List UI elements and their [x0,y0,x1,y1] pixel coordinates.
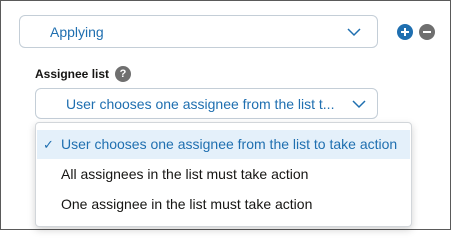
chevron-down-icon [352,100,366,109]
dropdown-option-label: All assignees in the list must take acti… [61,166,309,182]
dropdown-option[interactable]: One assignee in the list must take actio… [37,190,410,219]
chevron-down-icon [347,28,361,37]
dropdown-option-label: User chooses one assignee from the list … [61,136,398,152]
add-row-button[interactable] [397,24,413,40]
status-select-value: Applying [50,24,104,40]
checkmark-icon: ✓ [43,137,54,152]
dropdown-option[interactable]: All assignees in the list must take acti… [37,160,410,189]
assignee-list-select[interactable]: User chooses one assignee from the list … [35,88,378,119]
remove-row-button[interactable] [419,24,435,40]
minus-circle-icon [423,31,431,33]
status-select[interactable]: Applying [19,15,378,48]
dropdown-option[interactable]: ✓ User chooses one assignee from the lis… [37,130,410,159]
dropdown-option-label: One assignee in the list must take actio… [61,196,313,212]
help-icon[interactable]: ? [115,66,131,82]
plus-circle-icon [401,28,409,36]
assignee-list-select-value: User chooses one assignee from the list … [66,96,335,112]
assignee-list-dropdown: ✓ User chooses one assignee from the lis… [35,122,412,227]
assignee-list-label: Assignee list [35,67,110,81]
